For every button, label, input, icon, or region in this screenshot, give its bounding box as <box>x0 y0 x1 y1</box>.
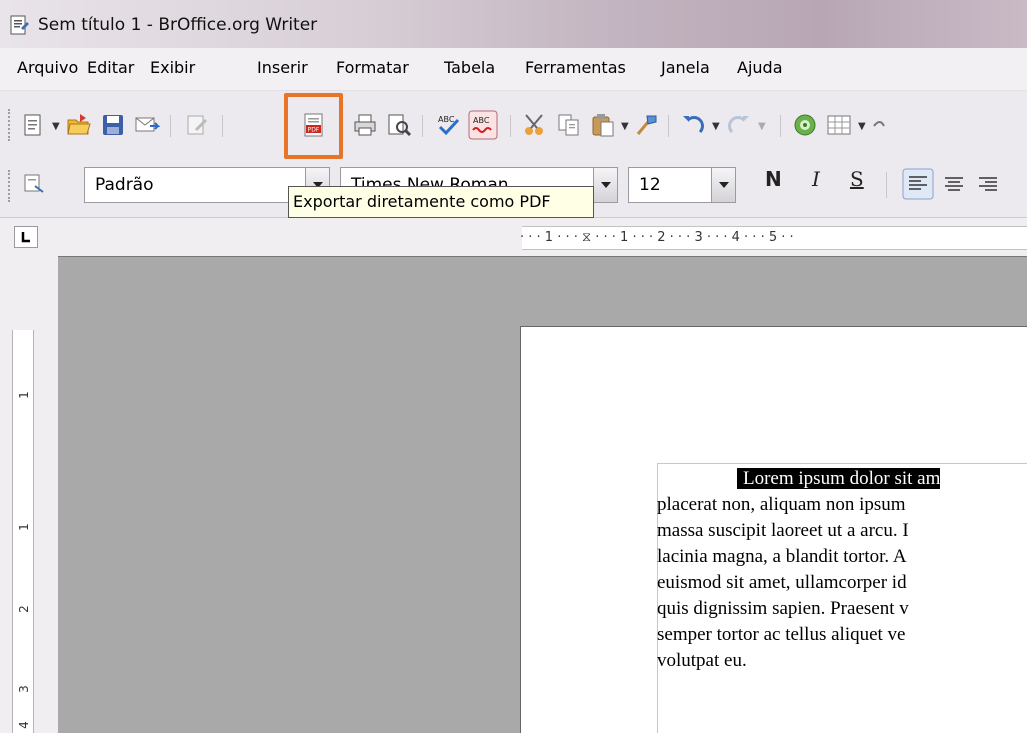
document-text[interactable]: Lorem ipsum dolor sit am placerat non, a… <box>657 466 1027 674</box>
spellcheck-icon[interactable]: ABC <box>436 112 462 138</box>
standard-toolbar: ▼ PDF ABC ABC ▼ ▼ ▼ ▼ <box>0 90 1027 160</box>
menu-ajuda[interactable]: Ajuda <box>737 58 783 77</box>
copy-icon[interactable] <box>556 112 582 138</box>
italic-button[interactable]: I <box>812 167 820 191</box>
styles-formatting-icon[interactable] <box>22 172 46 196</box>
svg-text:ABC: ABC <box>438 115 455 124</box>
text-line[interactable]: euismod sit amet, ullamcorper id <box>657 570 1027 596</box>
menu-janela[interactable]: Janela <box>661 58 710 77</box>
clone-formatting-icon[interactable] <box>634 112 660 138</box>
menu-inserir[interactable]: Inserir <box>257 58 308 77</box>
ruler-row: · · · 1 · · · ⧖ · · · 1 · · · 2 · · · 3 … <box>0 218 1027 256</box>
underline-button[interactable]: S <box>850 167 864 191</box>
align-right-button[interactable] <box>974 170 1002 198</box>
table-dropdown-arrow-icon[interactable]: ▼ <box>858 121 866 132</box>
align-left-button[interactable] <box>902 168 934 200</box>
text-line[interactable]: placerat non, aliquam non ipsum <box>657 492 1027 518</box>
bold-button[interactable]: N <box>765 167 782 191</box>
paste-dropdown-arrow-icon[interactable]: ▼ <box>621 121 629 132</box>
open-folder-icon[interactable] <box>66 112 92 138</box>
vertical-ruler[interactable]: 1 1 2 3 4 <box>12 330 34 733</box>
autospellcheck-icon[interactable]: ABC <box>468 110 498 140</box>
text-line[interactable]: massa suscipit laoreet ut a arcu. I <box>657 518 1027 544</box>
svg-text:ABC: ABC <box>473 116 490 125</box>
menu-editar[interactable]: Editar <box>87 58 134 77</box>
text-line[interactable]: volutpat eu. <box>657 648 1027 674</box>
window-title: Sem título 1 - BrOffice.org Writer <box>38 15 318 35</box>
new-dropdown-arrow-icon[interactable]: ▼ <box>52 121 60 132</box>
cut-icon[interactable] <box>522 112 548 138</box>
text-line[interactable]: quis dignissim sapien. Praesent v <box>657 596 1027 622</box>
new-document-icon[interactable] <box>20 112 46 138</box>
vruler-mark: 4 <box>17 721 31 729</box>
left-tab-icon <box>21 232 30 243</box>
text-line[interactable]: lacinia magna, a blandit tortor. A <box>657 544 1027 570</box>
edit-file-icon[interactable] <box>184 112 210 138</box>
paragraph-style-value: Padrão <box>95 175 154 195</box>
insert-table-icon[interactable] <box>826 112 852 138</box>
vruler-mark: 1 <box>17 391 31 399</box>
toolbar-grip[interactable] <box>8 109 12 141</box>
align-center-button[interactable] <box>940 170 968 198</box>
title-bar: Sem título 1 - BrOffice.org Writer <box>0 0 1027 48</box>
export-pdf-highlight <box>284 93 343 159</box>
menu-formatar[interactable]: Formatar <box>336 58 409 77</box>
font-name-dropdown-icon[interactable] <box>593 168 617 202</box>
undo-dropdown-arrow-icon[interactable]: ▼ <box>712 121 720 132</box>
redo-dropdown-arrow-icon[interactable]: ▼ <box>758 121 766 132</box>
toolbar-grip[interactable] <box>8 170 12 202</box>
export-pdf-tooltip: Exportar diretamente como PDF <box>288 186 594 218</box>
vruler-mark: 1 <box>17 523 31 531</box>
navigator-icon[interactable] <box>792 112 818 138</box>
font-size-combo[interactable]: 12 <box>628 167 736 203</box>
text-line[interactable]: semper tortor ac tellus aliquet ve <box>657 622 1027 648</box>
vruler-mark: 3 <box>17 685 31 693</box>
email-document-icon[interactable] <box>134 112 160 138</box>
menu-bar: Arquivo Editar Exibir Inserir Formatar T… <box>0 48 1027 90</box>
menu-arquivo[interactable]: Arquivo <box>17 58 78 77</box>
tab-stop-selector[interactable] <box>14 226 38 248</box>
print-icon[interactable] <box>352 112 378 138</box>
vruler-mark: 2 <box>17 605 31 613</box>
horizontal-ruler-marks: · · · 1 · · · ⧖ · · · 1 · · · 2 · · · 3 … <box>520 230 794 245</box>
redo-icon[interactable] <box>726 112 752 138</box>
font-size-dropdown-icon[interactable] <box>711 168 735 202</box>
selected-text[interactable]: Lorem ipsum dolor sit am <box>737 468 941 489</box>
draw-functions-icon[interactable] <box>872 112 886 138</box>
menu-tabela[interactable]: Tabela <box>444 58 495 77</box>
paste-icon[interactable] <box>590 112 616 138</box>
undo-icon[interactable] <box>680 112 706 138</box>
writer-app-icon <box>10 15 29 35</box>
menu-ferramentas[interactable]: Ferramentas <box>525 58 626 77</box>
menu-exibir[interactable]: Exibir <box>150 58 195 77</box>
font-size-value: 12 <box>639 175 661 195</box>
print-preview-icon[interactable] <box>386 112 412 138</box>
save-icon[interactable] <box>100 112 126 138</box>
